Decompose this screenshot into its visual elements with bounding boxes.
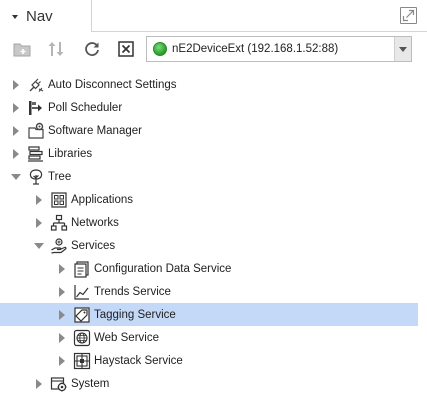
connected-status-icon	[153, 42, 167, 56]
nav-toolbar: nE2DeviceExt (192.168.1.52:88)	[0, 32, 427, 66]
tree-item-networks[interactable]: Networks	[0, 211, 418, 234]
expand-toggle-icon[interactable]	[11, 148, 21, 160]
nav-panel: Nav nE2DeviceExt (192.168.1.52:88) Auto …	[0, 0, 427, 420]
tree-item-label: Libraries	[48, 147, 93, 160]
tree-item-system[interactable]: System	[0, 372, 418, 395]
tree-item-label: Networks	[71, 216, 119, 229]
tree-item-poll-scheduler[interactable]: Poll Scheduler	[0, 96, 418, 119]
poll-scheduler-icon	[27, 99, 45, 117]
tree-item-haystack-service[interactable]: Haystack Service	[0, 349, 418, 372]
tree-item-label: Haystack Service	[94, 354, 183, 367]
expand-toggle-icon[interactable]	[11, 79, 21, 91]
web-globe-icon	[73, 329, 91, 347]
expand-toggle-icon[interactable]	[11, 125, 21, 137]
collapse-toggle-icon[interactable]	[34, 240, 44, 252]
tree-item-trends-service[interactable]: Trends Service	[0, 280, 418, 303]
tree-item-label: System	[71, 377, 110, 390]
tree-item-label: Tagging Service	[94, 308, 176, 321]
tree-item-tagging-service[interactable]: Tagging Service	[0, 303, 418, 326]
expand-toggle-icon[interactable]	[34, 194, 44, 206]
tree-item-label: Auto Disconnect Settings	[48, 78, 177, 91]
tree-item-label: Services	[71, 239, 116, 252]
tree-item-label: Web Service	[94, 331, 159, 344]
services-hand-icon	[50, 237, 68, 255]
expand-toggle-icon[interactable]	[57, 355, 67, 367]
tab-menu-caret-icon[interactable]	[12, 14, 18, 19]
maximize-icon	[402, 9, 414, 21]
station-select-dropdown-button[interactable]	[394, 37, 411, 61]
trend-chart-icon	[73, 283, 91, 301]
nav-header: Nav	[0, 0, 427, 33]
tree-item-label: Applications	[71, 193, 134, 206]
sort-arrows-icon	[48, 42, 64, 56]
expand-toggle-icon[interactable]	[57, 332, 67, 344]
tree-item-label: Poll Scheduler	[48, 101, 123, 114]
expand-toggle-icon[interactable]	[57, 309, 67, 321]
station-select-value: nE2DeviceExt (192.168.1.52:88)	[172, 43, 339, 55]
tree-item-label: Trends Service	[94, 285, 171, 298]
expand-toggle-icon[interactable]	[57, 263, 67, 275]
tree-icon	[27, 168, 45, 186]
tree-item-label: Configuration Data Service	[94, 262, 232, 275]
tree-item-label: Tree	[48, 170, 72, 183]
chevron-down-icon	[399, 46, 407, 52]
tree-item-auto-disconnect-settings[interactable]: Auto Disconnect Settings	[0, 73, 418, 96]
nav-tab-title: Nav	[26, 8, 53, 25]
tree-item-services[interactable]: Services	[0, 234, 418, 257]
expand-toggle-icon[interactable]	[34, 217, 44, 229]
network-icon	[50, 214, 68, 232]
close-button[interactable]	[116, 40, 136, 58]
maximize-button[interactable]	[400, 7, 417, 24]
tree-item-libraries[interactable]: Libraries	[0, 142, 418, 165]
books-icon	[27, 145, 45, 163]
disconnect-plug-icon	[27, 76, 45, 94]
sort-button[interactable]	[46, 40, 66, 58]
refresh-button[interactable]	[82, 40, 102, 58]
haystack-icon	[73, 352, 91, 370]
expand-toggle-icon[interactable]	[57, 286, 67, 298]
tree-item-configuration-data-service[interactable]: Configuration Data Service	[0, 257, 418, 280]
refresh-icon	[85, 42, 99, 56]
expand-toggle-icon[interactable]	[11, 102, 21, 114]
close-box-icon	[118, 41, 134, 57]
configuration-data-icon	[73, 260, 91, 278]
applications-grid-icon	[50, 191, 68, 209]
software-manager-icon	[27, 122, 45, 140]
collapse-toggle-icon[interactable]	[11, 171, 21, 183]
new-folder-button[interactable]	[12, 40, 32, 58]
system-gear-icon	[50, 375, 68, 393]
nav-tree: Auto Disconnect Settings Poll Scheduler	[0, 73, 427, 395]
nav-tab[interactable]: Nav	[0, 0, 92, 33]
tree-item-web-service[interactable]: Web Service	[0, 326, 418, 349]
folder-add-icon	[13, 43, 31, 57]
tree-item-applications[interactable]: Applications	[0, 188, 418, 211]
tree-item-tree[interactable]: Tree	[0, 165, 418, 188]
expand-toggle-icon[interactable]	[34, 378, 44, 390]
tag-icon	[73, 306, 91, 324]
tree-item-software-manager[interactable]: Software Manager	[0, 119, 418, 142]
tree-item-label: Software Manager	[48, 124, 142, 137]
station-select[interactable]: nE2DeviceExt (192.168.1.52:88)	[146, 36, 412, 62]
